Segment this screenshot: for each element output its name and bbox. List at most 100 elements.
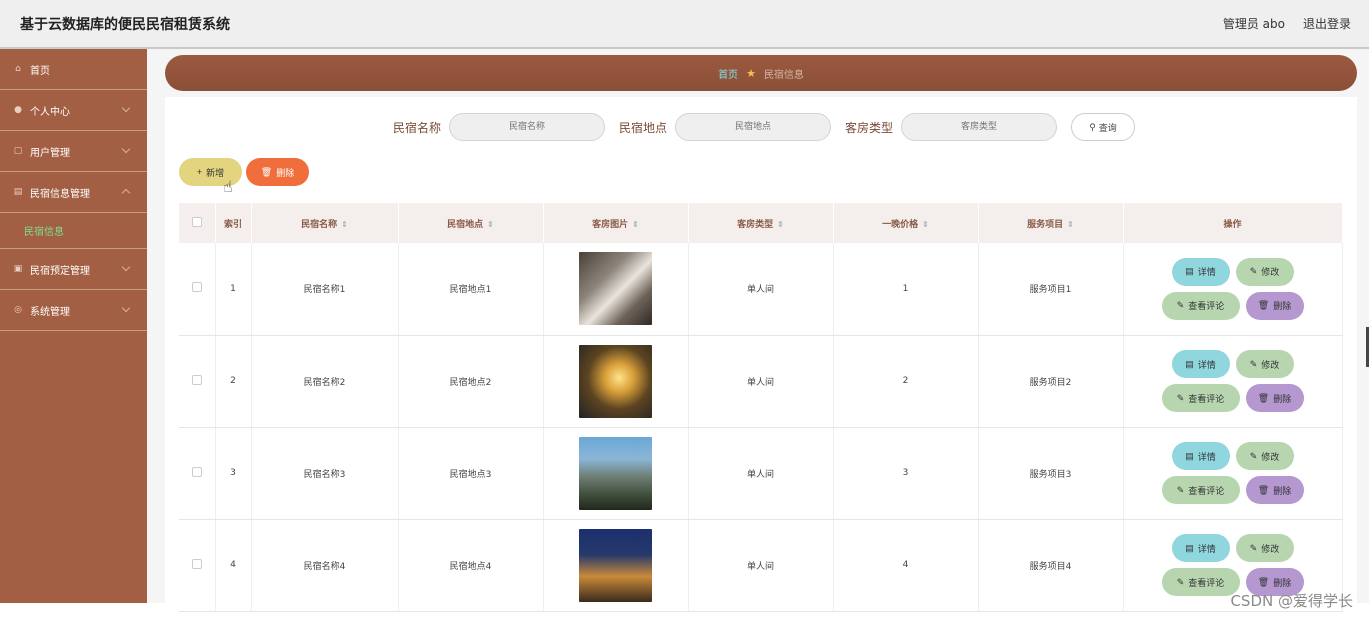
cell-price: 4 xyxy=(833,519,979,612)
col-header-label: 客房类型 xyxy=(737,219,774,230)
room-image[interactable] xyxy=(579,252,652,326)
row-checkbox[interactable] xyxy=(191,558,202,569)
pencil-icon: ✎ xyxy=(1249,450,1258,461)
row-delete-button[interactable]: 🗑 删除 xyxy=(1245,476,1304,504)
search-icon: ⚲ xyxy=(1089,121,1096,132)
detail-button[interactable]: ▤ 详情 xyxy=(1171,257,1230,286)
logout-link[interactable]: 退出登录 xyxy=(1303,15,1351,32)
view-reviews-button[interactable]: ✎ 查看评论 xyxy=(1161,291,1240,320)
edit-button[interactable]: ✎ 修改 xyxy=(1235,350,1294,378)
cell-location: 民宿地点2 xyxy=(398,335,544,428)
col-header-price[interactable]: 一晚价格 ⇕ xyxy=(833,203,979,243)
col-header-service[interactable]: 服务项目 ⇕ xyxy=(978,203,1124,243)
breadcrumb-current: 民宿信息 xyxy=(763,69,804,81)
breadcrumb: 首页 ★ 民宿信息 xyxy=(165,55,1357,91)
select-all-checkbox[interactable] xyxy=(191,216,202,227)
detail-button[interactable]: ▤ 详情 xyxy=(1171,350,1230,378)
pencil-icon: ✎ xyxy=(1176,484,1185,495)
sidebar-item-label: 个人中心 xyxy=(30,106,70,118)
sidebar-subitem-homestay-info[interactable]: 民宿信息 xyxy=(0,213,147,249)
chevron-down-icon xyxy=(121,262,131,272)
detail-button[interactable]: ▤ 详情 xyxy=(1171,534,1230,562)
cell-room-type: 单人间 xyxy=(688,427,834,520)
edit-button[interactable]: ✎ 修改 xyxy=(1235,257,1294,286)
review-label: 查看评论 xyxy=(1188,577,1225,588)
delete-label: 删除 xyxy=(1273,485,1292,496)
cell-location: 民宿地点3 xyxy=(398,427,544,520)
topbar-right: 管理员 abo 退出登录 xyxy=(1223,15,1351,32)
sidebar-item-booking[interactable]: ▣ 民宿预定管理 xyxy=(0,249,147,290)
home-icon: ⌂ xyxy=(15,64,21,74)
search-bar: 民宿名称 民宿地点 客房类型 ⚲ 查询 xyxy=(165,112,1357,142)
delete-label: 删除 xyxy=(1273,301,1292,312)
edit-label: 修改 xyxy=(1261,543,1280,554)
sort-icon: ⇕ xyxy=(632,219,639,229)
sidebar-item-home[interactable]: ⌂ 首页 xyxy=(0,49,147,90)
detail-label: 详情 xyxy=(1197,267,1216,278)
room-image[interactable] xyxy=(579,344,652,418)
cell-index: 1 xyxy=(215,243,252,336)
content-panel: 民宿名称 民宿地点 客房类型 ⚲ 查询 + 新增 🗑 删除 ☝ xyxy=(165,97,1357,612)
pointer-cursor-icon: ☝ xyxy=(223,177,233,196)
sidebar-item-personal[interactable]: ● 个人中心 xyxy=(0,90,147,131)
room-image[interactable] xyxy=(579,528,652,602)
col-header-name[interactable]: 民宿名称 ⇕ xyxy=(251,203,399,243)
col-header-image[interactable]: 客房图片 ⇕ xyxy=(543,203,689,243)
col-header-location[interactable]: 民宿地点 ⇕ xyxy=(398,203,544,243)
row-actions: ▤ 详情 ✎ 修改 ✎ 查看评论 🗑 删除 xyxy=(1124,257,1342,320)
select-all-cell xyxy=(179,203,216,243)
search-label-room-type: 客房类型 xyxy=(845,120,894,135)
search-input-room-type[interactable] xyxy=(901,113,1058,141)
row-checkbox[interactable] xyxy=(191,374,202,385)
edit-button[interactable]: ✎ 修改 xyxy=(1235,442,1294,470)
detail-label: 详情 xyxy=(1197,359,1216,370)
row-actions: ▤ 详情 ✎ 修改 ✎ 查看评论 🗑 删除 xyxy=(1124,534,1342,596)
cell-name: 民宿名称2 xyxy=(251,335,399,428)
cell-service: 服务项目3 xyxy=(978,427,1124,520)
document-icon: ▤ xyxy=(1185,358,1194,369)
row-delete-button[interactable]: 🗑 删除 xyxy=(1245,291,1304,320)
sidebar-item-label: 首页 xyxy=(30,65,50,77)
room-image[interactable] xyxy=(579,436,652,510)
document-icon: ▤ xyxy=(1185,450,1194,461)
row-checkbox[interactable] xyxy=(191,282,202,293)
sidebar-item-system[interactable]: ◎ 系统管理 xyxy=(0,290,147,331)
sidebar-item-label: 用户管理 xyxy=(30,147,70,159)
edit-button[interactable]: ✎ 修改 xyxy=(1235,534,1294,562)
search-input-location[interactable] xyxy=(675,113,831,141)
col-header-index: 索引 xyxy=(215,203,252,243)
search-input-name[interactable] xyxy=(448,113,605,141)
trash-icon: 🗑 xyxy=(1257,392,1270,403)
row-delete-button[interactable]: 🗑 删除 xyxy=(1245,384,1304,412)
edit-label: 修改 xyxy=(1261,359,1280,370)
sort-icon: ⇕ xyxy=(341,219,348,229)
cell-room-type: 单人间 xyxy=(688,519,834,612)
col-header-room-type[interactable]: 客房类型 ⇕ xyxy=(688,203,834,243)
view-reviews-button[interactable]: ✎ 查看评论 xyxy=(1161,476,1240,504)
chevron-down-icon xyxy=(121,303,131,313)
pencil-icon: ✎ xyxy=(1249,266,1258,277)
view-reviews-button[interactable]: ✎ 查看评论 xyxy=(1161,384,1240,412)
add-button-label: 新增 xyxy=(206,167,225,178)
cell-service: 服务项目4 xyxy=(978,519,1124,612)
breadcrumb-home[interactable]: 首页 xyxy=(718,66,738,81)
cell-room-type: 单人间 xyxy=(688,243,834,336)
sidebar: ⌂ 首页 ● 个人中心 ▢ 用户管理 ▤ 民宿信息管理 民宿信息 ▣ 民宿预定管… xyxy=(0,49,147,603)
bulk-delete-button[interactable]: 🗑 删除 xyxy=(246,158,309,186)
pencil-icon: ✎ xyxy=(1176,576,1185,587)
search-button[interactable]: ⚲ 查询 xyxy=(1071,113,1136,141)
cell-index: 3 xyxy=(215,427,252,520)
col-header-actions: 操作 xyxy=(1123,203,1343,243)
sidebar-item-homestay-info[interactable]: ▤ 民宿信息管理 xyxy=(0,172,147,213)
pencil-icon: ✎ xyxy=(1176,300,1185,311)
delete-label: 删除 xyxy=(1273,393,1292,404)
trash-icon: 🗑 xyxy=(1257,300,1270,311)
document-icon: ▤ xyxy=(1185,266,1194,277)
col-header-label: 一晚价格 xyxy=(882,219,919,230)
view-reviews-button[interactable]: ✎ 查看评论 xyxy=(1161,568,1240,596)
row-checkbox[interactable] xyxy=(191,466,202,477)
sidebar-item-users[interactable]: ▢ 用户管理 xyxy=(0,131,147,172)
star-icon: ★ xyxy=(746,66,756,80)
pencil-icon: ✎ xyxy=(1249,542,1258,553)
detail-button[interactable]: ▤ 详情 xyxy=(1171,442,1230,470)
